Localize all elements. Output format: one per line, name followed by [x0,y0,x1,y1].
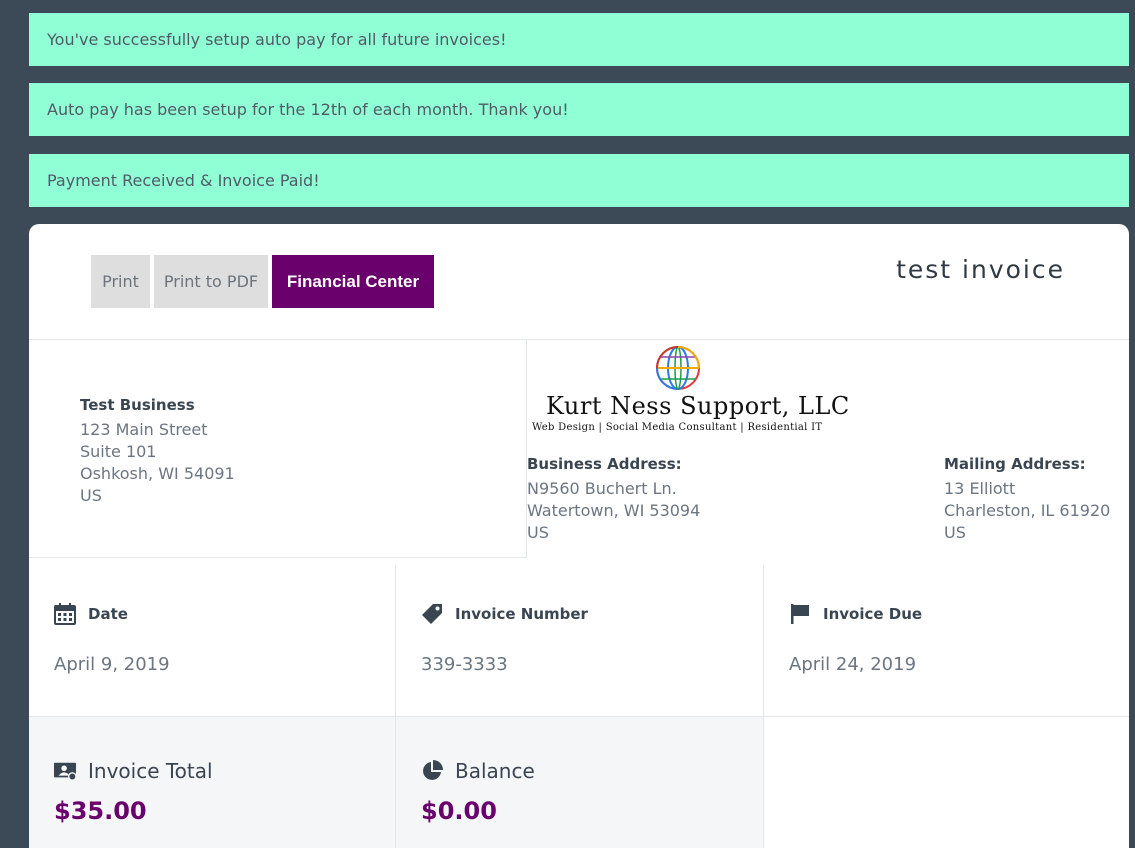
invoice-money-icon [54,762,76,781]
mailing-address-line: US [944,523,966,542]
mailing-address-line: Charleston, IL 61920 [944,501,1111,520]
invoice-total-cell: Invoice Total $35.00 [29,717,396,848]
invoice-due-value: April 24, 2019 [789,654,917,675]
invoice-number-cell: Invoice Number 339-3333 [396,565,764,717]
invoice-card: Print Print to PDF Financial Center test… [29,224,1129,848]
date-label: Date [88,605,128,623]
balance-label: Balance [455,759,535,783]
business-address-line: N9560 Buchert Ln. [527,479,677,498]
bill-to-name: Test Business [80,396,195,414]
business-address-line: US [527,523,549,542]
bill-to-block: Test Business 123 Main Street Suite 101 … [29,340,527,558]
invoice-due-cell: Invoice Due April 24, 2019 [764,565,1129,717]
calendar-icon [54,603,76,625]
invoice-number-label: Invoice Number [455,605,588,623]
balance-value: $0.00 [421,797,497,825]
bill-to-line: 123 Main Street [80,420,208,439]
invoice-date-cell: Date April 9, 2019 [29,565,396,717]
company-name: Kurt Ness Support, LLC [546,392,850,420]
print-button[interactable]: Print [91,255,150,308]
mailing-address-heading: Mailing Address: [944,455,1086,473]
flag-icon [791,604,809,624]
invoice-title: test invoice [896,255,1065,284]
invoice-number-value: 339-3333 [421,654,508,675]
empty-cell [764,717,1129,848]
business-address-line: Watertown, WI 53094 [527,501,701,520]
bill-to-line: Suite 101 [80,442,157,461]
success-notice-autopay: You've successfully setup auto pay for a… [29,13,1129,66]
financial-center-button[interactable]: Financial Center [272,255,434,308]
business-address-heading: Business Address: [527,455,682,473]
success-notice-schedule: Auto pay has been setup for the 12th of … [29,83,1129,136]
invoice-toolbar: Print Print to PDF Financial Center test… [29,224,1129,340]
balance-cell: Balance $0.00 [396,717,764,848]
date-value: April 9, 2019 [54,654,170,675]
invoice-total-value: $35.00 [54,797,147,825]
pie-chart-icon [423,760,443,780]
invoice-total-label: Invoice Total [88,759,213,783]
company-tagline: Web Design | Social Media Consultant | R… [532,422,823,433]
bill-to-line: US [80,486,102,505]
invoice-due-label: Invoice Due [823,605,923,623]
tag-icon [422,604,442,624]
globe-icon [656,346,700,390]
company-logo: Kurt Ness Support, LLC Web Design | Soci… [532,344,849,439]
business-address: Business Address: N9560 Buchert Ln. Wate… [527,453,700,544]
success-notice-paid: Payment Received & Invoice Paid! [29,154,1129,207]
print-to-pdf-button[interactable]: Print to PDF [154,255,268,308]
bill-to-line: Oshkosh, WI 54091 [80,464,235,483]
mailing-address-line: 13 Elliott [944,479,1016,498]
mailing-address: Mailing Address: 13 Elliott Charleston, … [944,453,1110,544]
